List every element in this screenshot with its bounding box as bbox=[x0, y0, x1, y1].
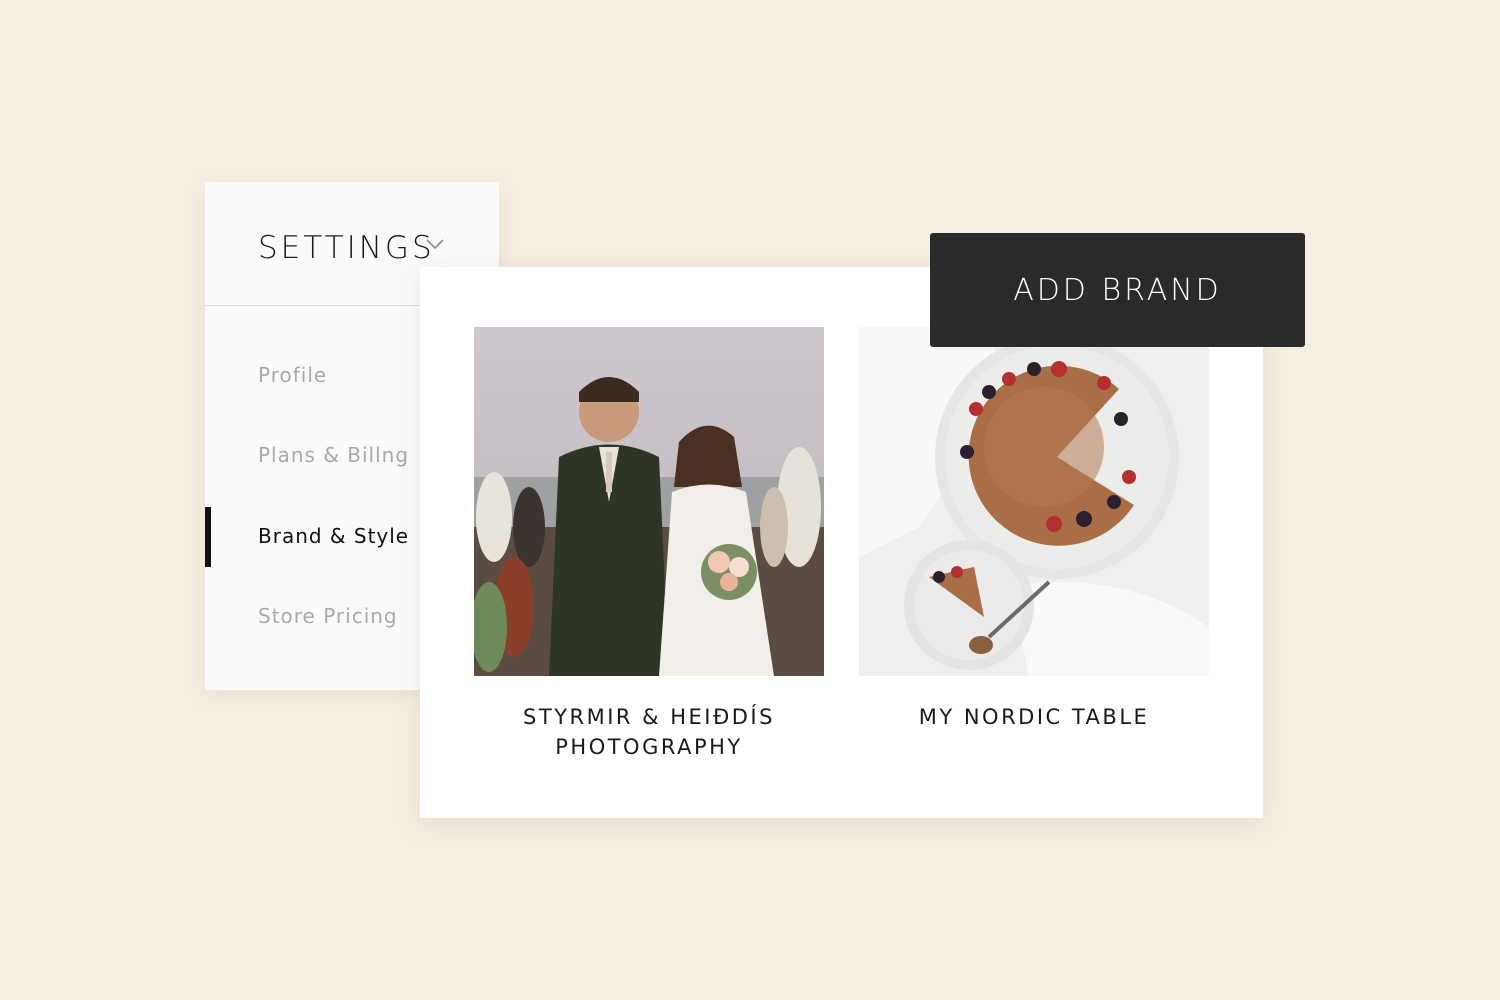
chocolate-cake-photo[interactable] bbox=[859, 327, 1209, 676]
settings-title: SETTINGS bbox=[258, 230, 435, 266]
active-indicator bbox=[205, 507, 211, 567]
brand-name-line: PHOTOGRAPHY bbox=[555, 735, 743, 759]
menu-item-plans-billing[interactable]: Plans & Billng bbox=[258, 443, 409, 467]
add-brand-button[interactable]: ADD BRAND bbox=[930, 233, 1305, 347]
brand-name-line: STYRMIR & HEIÐDÍS bbox=[523, 705, 775, 729]
brand-name-line: MY NORDIC TABLE bbox=[918, 705, 1150, 729]
brand-tile[interactable]: MY NORDIC TABLE bbox=[859, 327, 1209, 732]
menu-item-profile[interactable]: Profile bbox=[258, 363, 327, 387]
brand-name: STYRMIR & HEIÐDÍS PHOTOGRAPHY bbox=[474, 702, 824, 762]
brands-card: STYRMIR & HEIÐDÍS PHOTOGRAPHY MY NORDIC … bbox=[420, 267, 1263, 818]
chevron-down-icon[interactable] bbox=[426, 238, 444, 250]
wedding-couple-photo[interactable] bbox=[474, 327, 824, 676]
menu-item-store-pricing[interactable]: Store Pricing bbox=[258, 604, 398, 628]
brand-name: MY NORDIC TABLE bbox=[859, 702, 1209, 732]
brand-tile[interactable]: STYRMIR & HEIÐDÍS PHOTOGRAPHY bbox=[474, 327, 824, 762]
menu-item-brand-style[interactable]: Brand & Style bbox=[258, 524, 409, 548]
